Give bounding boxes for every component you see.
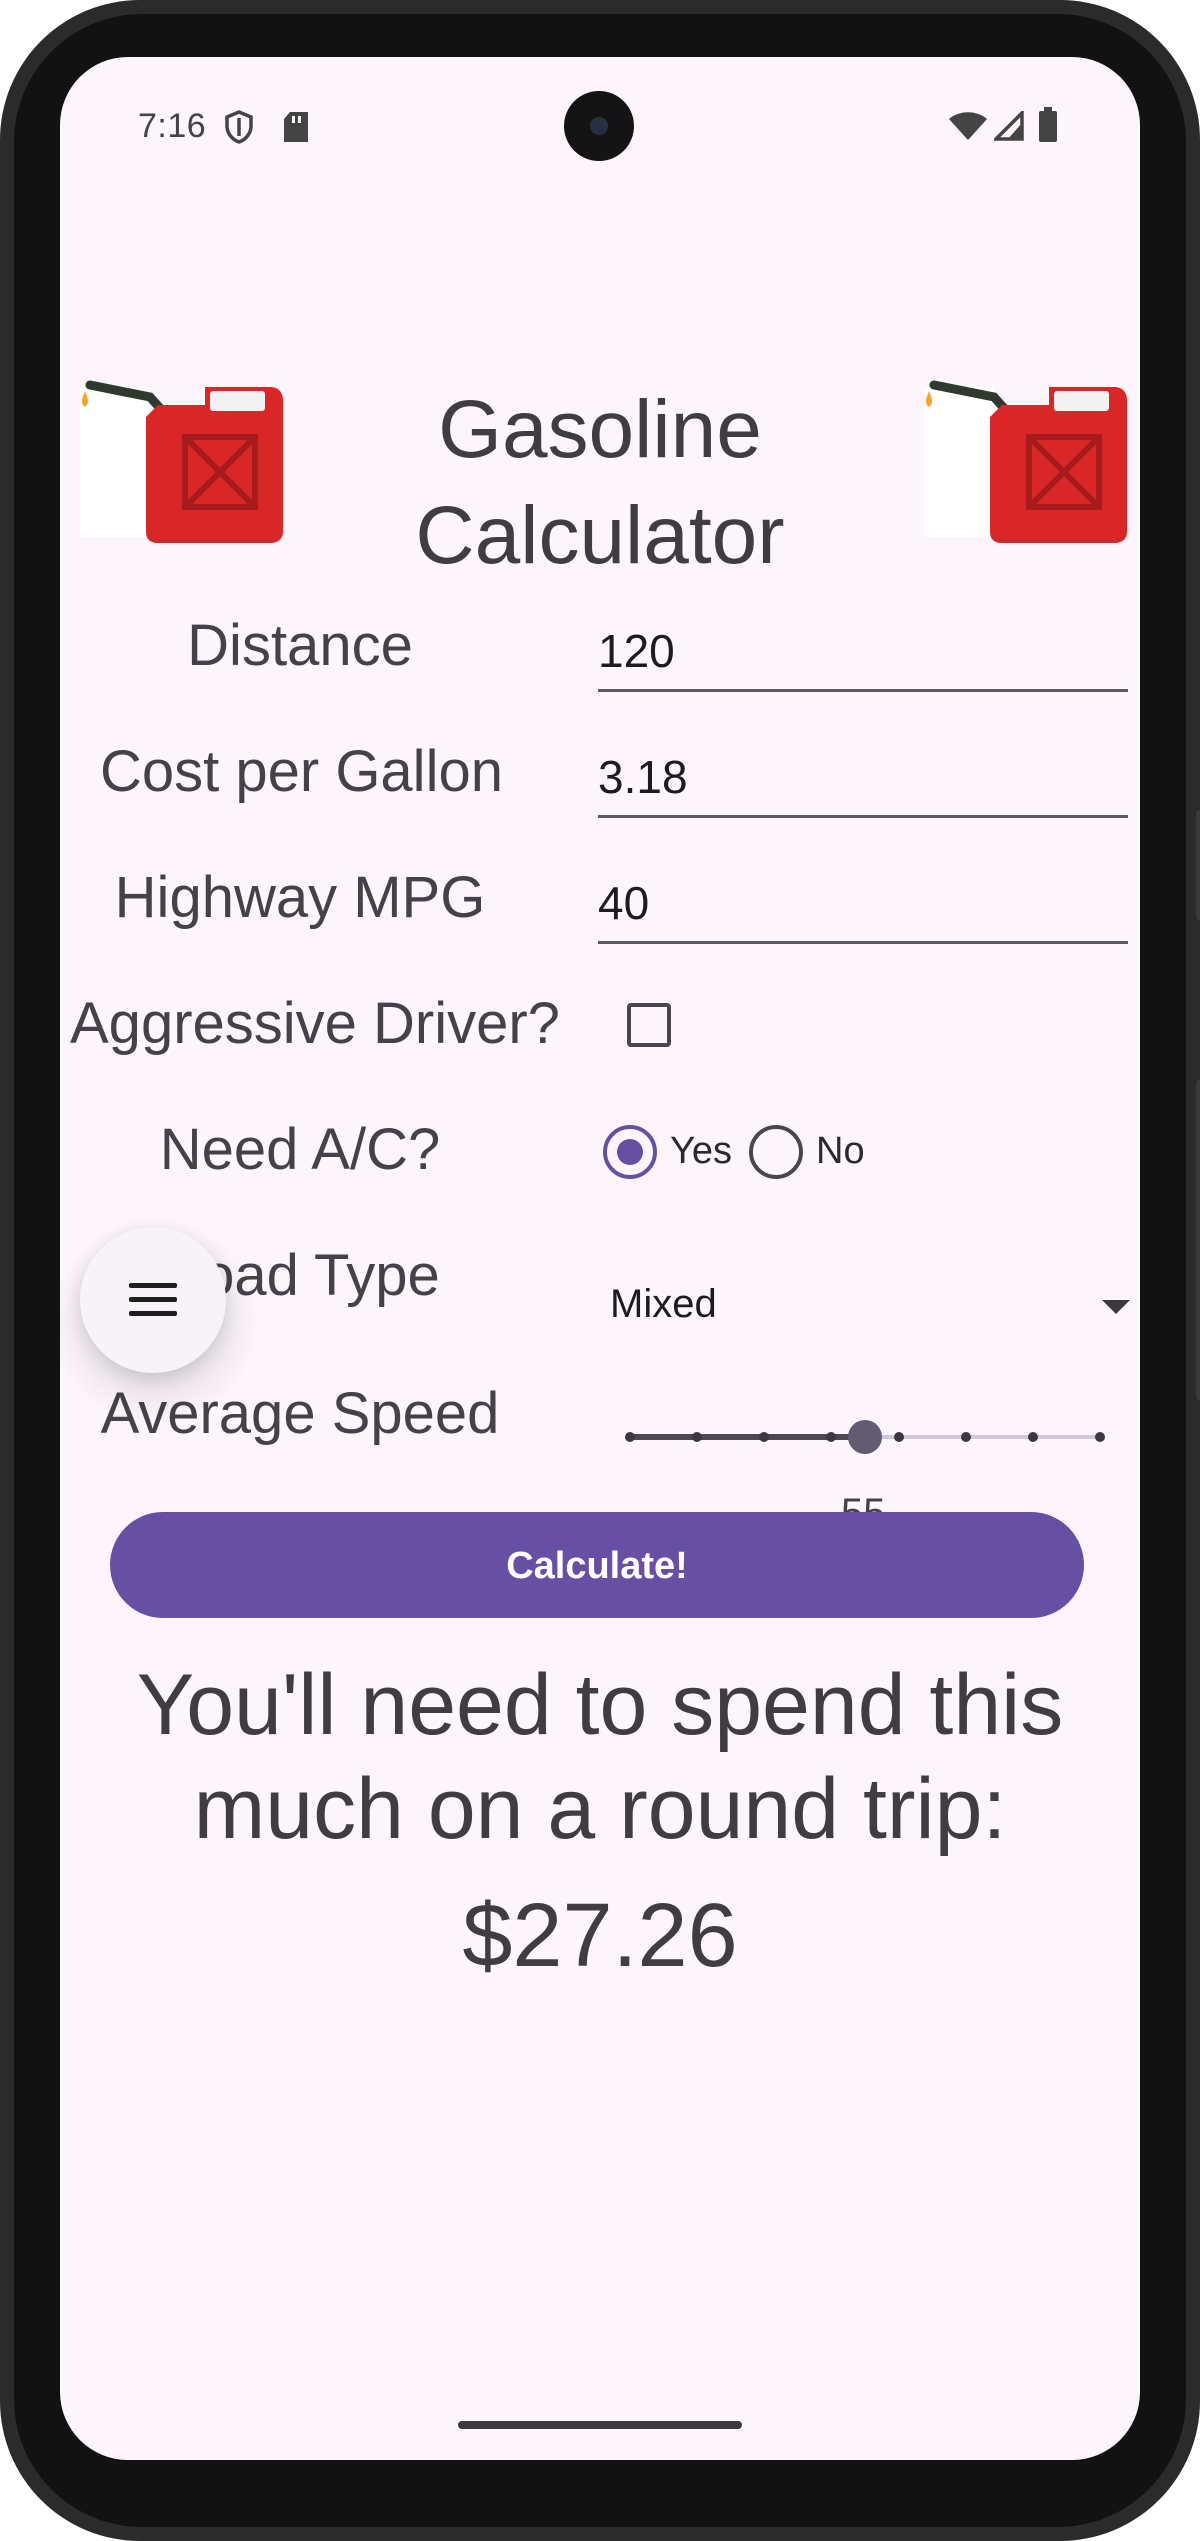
power-button (1196, 810, 1200, 920)
ac-yes-radio[interactable] (603, 1125, 657, 1179)
need-ac-label: Need A/C? (159, 1117, 441, 1182)
calculate-button[interactable]: Calculate! (110, 1512, 1084, 1618)
home-indicator[interactable] (458, 2421, 742, 2429)
slider-tick (1027, 1432, 1038, 1442)
aggressive-driver-label: Aggressive Driver? (70, 991, 560, 1056)
distance-label: Distance (187, 613, 413, 678)
cost-per-gallon-input[interactable] (598, 728, 1128, 818)
status-time: 7:16 (138, 107, 207, 145)
distance-input[interactable] (598, 602, 1128, 692)
result-amount: $27.26 (462, 1886, 738, 1986)
result-message: You'll need to spend this much on a roun… (136, 1657, 1064, 1857)
battery-icon (1039, 107, 1057, 142)
slider-tick (893, 1432, 904, 1442)
ac-yes-label[interactable]: Yes (670, 1130, 732, 1173)
ac-no-radio[interactable] (749, 1125, 803, 1179)
menu-icon-line (129, 1297, 177, 1302)
dropdown-arrow-icon (1102, 1300, 1130, 1314)
app-screen: 7:16 Gasoline Calculator Distance 120 Co… (60, 57, 1140, 2460)
menu-icon-line (129, 1311, 177, 1316)
highway-mpg-label: Highway MPG (114, 865, 486, 930)
slider-tick (960, 1432, 971, 1442)
slider-tick (692, 1432, 703, 1442)
cost-per-gallon-label: Cost per Gallon (100, 739, 503, 804)
slider-tick (1095, 1432, 1105, 1442)
slider-tick (625, 1432, 635, 1442)
signal-icon (994, 111, 1024, 141)
gas-can-icon (924, 380, 1127, 543)
sd-card-icon (284, 112, 308, 142)
menu-icon (129, 1283, 177, 1288)
phone-frame: 7:16 Gasoline Calculator Distance 120 Co… (0, 0, 1200, 2541)
shield-icon (225, 110, 253, 144)
road-type-dropdown[interactable]: Mixed (610, 1272, 1130, 1352)
average-speed-slider[interactable] (625, 1397, 1140, 1477)
page-title: Gasoline Calculator (415, 384, 785, 581)
wifi-icon (949, 112, 987, 140)
ac-no-label[interactable]: No (816, 1130, 865, 1173)
slider-tick (759, 1432, 770, 1442)
road-type-value: Mixed (610, 1282, 717, 1326)
status-bar: 7:16 (60, 57, 1140, 197)
slider-thumb[interactable] (848, 1420, 882, 1454)
volume-button (1196, 1080, 1200, 1400)
slider-tick (826, 1432, 837, 1442)
menu-button[interactable] (80, 1227, 226, 1373)
gas-can-icon (80, 380, 283, 543)
front-camera (564, 91, 634, 161)
aggressive-driver-checkbox[interactable] (627, 1003, 671, 1047)
highway-mpg-input[interactable] (598, 854, 1128, 944)
